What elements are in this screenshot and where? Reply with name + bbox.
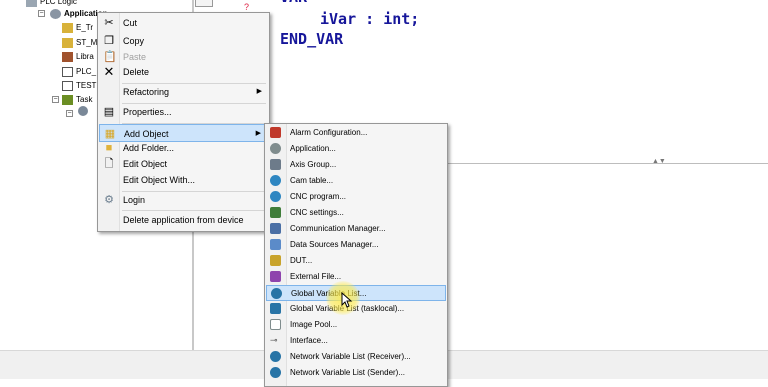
axis-group-icon xyxy=(270,159,281,170)
dut-icon xyxy=(62,37,73,48)
submenu-item-communication-manager[interactable]: Communication Manager... xyxy=(266,221,446,237)
tree-item-st-m[interactable]: ST_M xyxy=(62,36,97,49)
paste-icon: 📋 xyxy=(103,51,117,63)
editor-splitter[interactable] xyxy=(445,163,768,164)
menu-item-refactoring[interactable]: Refactoring ▶ xyxy=(99,83,268,101)
editor-tab-stub[interactable] xyxy=(195,0,213,7)
tree-item-e-tr[interactable]: E_Tr xyxy=(62,21,93,34)
cnc-settings-icon xyxy=(270,207,281,218)
interface-icon: ⊸ xyxy=(270,335,278,345)
data-sources-manager-icon xyxy=(270,239,281,250)
submenu-item-interface[interactable]: ⊸ Interface... xyxy=(266,333,446,349)
submenu-item-application[interactable]: Application... xyxy=(266,141,446,157)
folder-icon: ■ xyxy=(105,142,113,154)
submenu-item-network-variable-list-receiver[interactable]: Network Variable List (Receiver)... xyxy=(266,349,446,365)
cnc-program-icon xyxy=(270,191,281,202)
menu-item-delete[interactable]: ✕ Delete xyxy=(99,63,268,81)
submenu-item-axis-group[interactable]: Axis Group... xyxy=(266,157,446,173)
submenu-item-cnc-settings[interactable]: CNC settings... xyxy=(266,205,446,221)
submenu-item-data-sources-manager[interactable]: Data Sources Manager... xyxy=(266,237,446,253)
library-icon xyxy=(62,51,73,62)
copy-icon: ❐ xyxy=(104,35,114,47)
menu-item-properties[interactable]: ▤ Properties... xyxy=(99,103,268,121)
submenu-item-cam-table[interactable]: Cam table... xyxy=(266,173,446,189)
code-line-ivar: iVar : int; xyxy=(320,10,420,28)
pou-icon xyxy=(62,66,73,77)
application-icon xyxy=(270,143,281,154)
submenu-item-image-pool[interactable]: Image Pool... xyxy=(266,317,446,333)
code-line-end-var: END_VAR xyxy=(280,30,344,48)
plc-logic-icon xyxy=(26,0,37,7)
alarm-configuration-icon xyxy=(270,127,281,138)
menu-item-login[interactable]: ⚙ Login xyxy=(99,191,268,209)
tree-item-plc-prg[interactable]: PLC_ xyxy=(62,65,96,78)
tree-item-library[interactable]: Libra xyxy=(62,50,94,63)
expand-task-toggle[interactable]: − xyxy=(52,96,59,103)
properties-icon: ▤ xyxy=(103,106,115,118)
menu-item-cut[interactable]: ✂ Cut xyxy=(99,14,268,32)
error-marker-icon: ? xyxy=(244,2,250,12)
tree-item-test[interactable]: TEST xyxy=(62,79,96,92)
menu-item-edit-object-with[interactable]: Edit Object With... xyxy=(99,171,268,189)
context-menu: ✂ Cut ❐ Copy 📋 Paste ✕ Delete Refactorin… xyxy=(97,12,270,232)
expand-subtask-toggle[interactable]: − xyxy=(66,110,73,117)
tree-item-task[interactable]: Task xyxy=(62,93,92,106)
submenu-item-network-variable-list-sender[interactable]: Network Variable List (Sender)... xyxy=(266,365,446,381)
global-variable-list-icon xyxy=(271,288,282,299)
cam-table-icon xyxy=(270,175,281,186)
add-object-submenu: Alarm Configuration... Application... Ax… xyxy=(264,123,448,387)
submenu-item-alarm-configuration[interactable]: Alarm Configuration... xyxy=(266,125,446,141)
application-icon xyxy=(50,8,61,19)
pou-icon xyxy=(62,80,73,91)
task-config-icon xyxy=(78,106,88,116)
expand-application-toggle[interactable]: − xyxy=(38,10,45,17)
dut-icon xyxy=(270,255,281,266)
external-file-icon xyxy=(270,271,281,282)
mouse-cursor-icon xyxy=(341,292,353,308)
login-icon: ⚙ xyxy=(104,194,114,206)
task-icon xyxy=(62,94,73,105)
delete-icon: ✕ xyxy=(103,64,115,79)
communication-manager-icon xyxy=(270,223,281,234)
menu-item-delete-application[interactable]: Delete application from device xyxy=(99,211,268,229)
scissors-icon: ✂ xyxy=(104,17,114,29)
network-variable-list-sender-icon xyxy=(270,367,281,378)
submenu-item-cnc-program[interactable]: CNC program... xyxy=(266,189,446,205)
dut-icon xyxy=(62,22,73,33)
submenu-item-external-file[interactable]: External File... xyxy=(266,269,446,285)
submenu-item-dut[interactable]: DUT... xyxy=(266,253,446,269)
submenu-arrow-icon: ▶ xyxy=(256,88,262,95)
code-line-partial: VAR xyxy=(280,0,307,6)
edit-object-icon: 🗋 xyxy=(104,158,114,170)
network-variable-list-receiver-icon xyxy=(270,351,281,362)
image-pool-icon xyxy=(270,319,281,330)
splitter-arrows-icon[interactable]: ▲▼ xyxy=(652,158,666,165)
global-variable-list-tasklocal-icon xyxy=(270,303,281,314)
